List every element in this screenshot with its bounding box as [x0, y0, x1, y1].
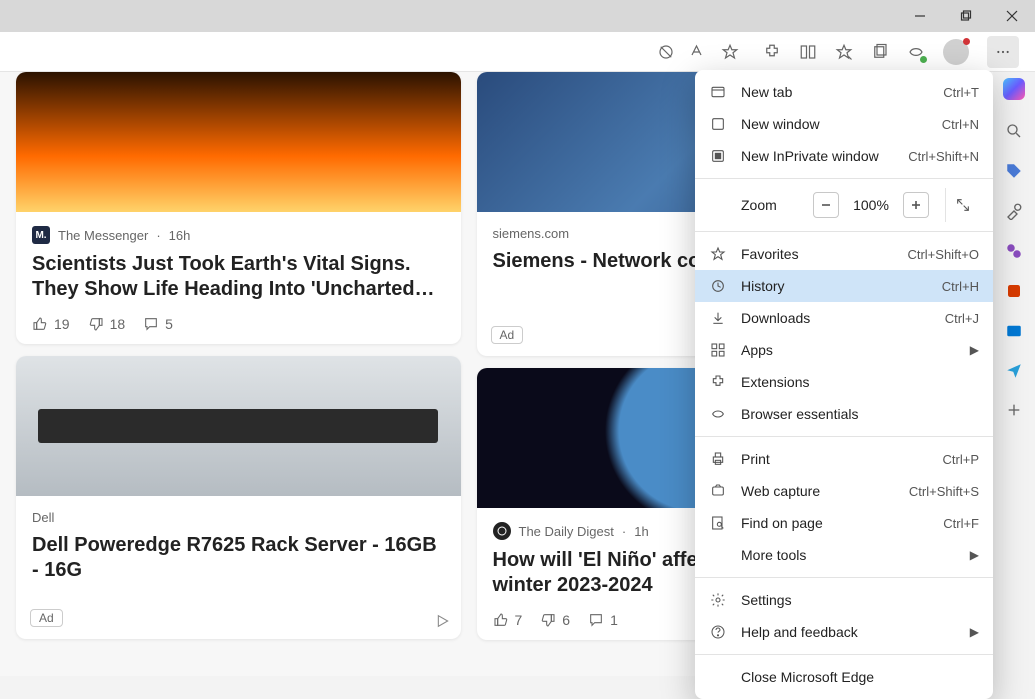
menu-zoom-row: Zoom 100%: [695, 185, 993, 225]
source-name: Dell: [32, 510, 54, 525]
collections-icon[interactable]: [871, 43, 889, 61]
shopping-sidebar-icon[interactable]: [1005, 162, 1023, 180]
m365-sidebar-icon[interactable]: [1005, 282, 1023, 300]
card-headline: Scientists Just Took Earth's Vital Signs…: [32, 252, 445, 302]
history-icon: [709, 278, 727, 294]
menu-new-inprivate[interactable]: New InPrivate window Ctrl+Shift+N: [695, 140, 993, 172]
find-icon: [709, 515, 727, 531]
favorites-toolbar-icon[interactable]: [835, 43, 853, 61]
zoom-label: Zoom: [709, 197, 803, 213]
card-image: [16, 72, 461, 212]
settings-icon: [709, 592, 727, 608]
zoom-out-button[interactable]: [813, 192, 839, 218]
menu-browser-essentials[interactable]: Browser essentials: [695, 398, 993, 430]
window-titlebar: [0, 0, 1035, 32]
tracking-prevention-icon[interactable]: [657, 43, 675, 61]
close-window-button[interactable]: [989, 0, 1035, 32]
source-badge: M.: [32, 226, 50, 244]
browser-essentials-toolbar-icon[interactable]: [907, 43, 925, 61]
like-button[interactable]: 7: [493, 612, 523, 628]
split-screen-icon[interactable]: [799, 43, 817, 61]
new-tab-icon: [709, 84, 727, 100]
read-aloud-icon[interactable]: [689, 43, 707, 61]
dislike-button[interactable]: 18: [88, 316, 126, 332]
source-name: siemens.com: [493, 226, 570, 241]
games-sidebar-icon[interactable]: [1005, 242, 1023, 260]
maximize-button[interactable]: [943, 0, 989, 32]
menu-settings[interactable]: Settings: [695, 584, 993, 616]
menu-downloads[interactable]: Downloads Ctrl+J: [695, 302, 993, 334]
feed-card[interactable]: M. The Messenger · 16h Scientists Just T…: [16, 72, 461, 344]
ad-choices-icon[interactable]: [435, 613, 451, 629]
favorites-icon: [709, 246, 727, 262]
menu-extensions[interactable]: Extensions: [695, 366, 993, 398]
comments-button[interactable]: 1: [588, 612, 618, 628]
menu-help[interactable]: Help and feedback ▶: [695, 616, 993, 648]
feed-card[interactable]: Dell Dell Poweredge R7625 Rack Server - …: [16, 356, 461, 639]
menu-apps[interactable]: Apps ▶: [695, 334, 993, 366]
browser-toolbar: [0, 32, 1035, 72]
search-sidebar-icon[interactable]: [1005, 122, 1023, 140]
extensions-menu-icon: [709, 374, 727, 390]
settings-menu: New tab Ctrl+T New window Ctrl+N New InP…: [695, 70, 993, 699]
favorite-star-icon[interactable]: [721, 43, 739, 61]
ad-label: Ad: [30, 609, 63, 627]
zoom-value: 100%: [849, 197, 893, 213]
minimize-button[interactable]: [897, 0, 943, 32]
menu-close-edge[interactable]: Close Microsoft Edge: [695, 661, 993, 693]
source-name: The Daily Digest: [519, 524, 614, 539]
toolbar-right-icons: [753, 36, 1029, 68]
card-age: 16h: [169, 228, 191, 243]
ad-label: Ad: [491, 326, 524, 344]
menu-new-tab[interactable]: New tab Ctrl+T: [695, 76, 993, 108]
menu-favorites[interactable]: Favorites Ctrl+Shift+O: [695, 238, 993, 270]
source-name: The Messenger: [58, 228, 148, 243]
profile-avatar[interactable]: [943, 39, 969, 65]
new-window-icon: [709, 116, 727, 132]
help-icon: [709, 624, 727, 640]
outlook-sidebar-icon[interactable]: [1005, 322, 1023, 340]
extensions-icon[interactable]: [763, 43, 781, 61]
menu-history[interactable]: History Ctrl+H: [695, 270, 993, 302]
tools-sidebar-icon[interactable]: [1005, 202, 1023, 220]
essentials-icon: [709, 406, 727, 422]
copilot-icon[interactable]: [1003, 78, 1025, 100]
print-icon: [709, 451, 727, 467]
fullscreen-button[interactable]: [945, 188, 979, 222]
card-image: [16, 356, 461, 496]
menu-print[interactable]: Print Ctrl+P: [695, 443, 993, 475]
like-button[interactable]: 19: [32, 316, 70, 332]
comments-button[interactable]: 5: [143, 316, 173, 332]
capture-icon: [709, 483, 727, 499]
chevron-right-icon: ▶: [970, 625, 979, 639]
card-age: 1h: [634, 524, 648, 539]
add-sidebar-icon[interactable]: [1006, 402, 1022, 418]
inprivate-icon: [709, 148, 727, 164]
send-sidebar-icon[interactable]: [1005, 362, 1023, 380]
downloads-icon: [709, 310, 727, 326]
address-bar-area: [6, 43, 747, 61]
right-sidebar: [993, 72, 1035, 676]
chevron-right-icon: ▶: [970, 548, 979, 562]
zoom-in-button[interactable]: [903, 192, 929, 218]
card-headline: Dell Poweredge R7625 Rack Server - 16GB …: [32, 533, 445, 583]
source-badge: [493, 522, 511, 540]
dislike-button[interactable]: 6: [540, 612, 570, 628]
apps-icon: [709, 342, 727, 358]
more-button[interactable]: [987, 36, 1019, 68]
chevron-right-icon: ▶: [970, 343, 979, 357]
menu-new-window[interactable]: New window Ctrl+N: [695, 108, 993, 140]
menu-more-tools[interactable]: More tools ▶: [695, 539, 993, 571]
menu-find-on-page[interactable]: Find on page Ctrl+F: [695, 507, 993, 539]
menu-web-capture[interactable]: Web capture Ctrl+Shift+S: [695, 475, 993, 507]
